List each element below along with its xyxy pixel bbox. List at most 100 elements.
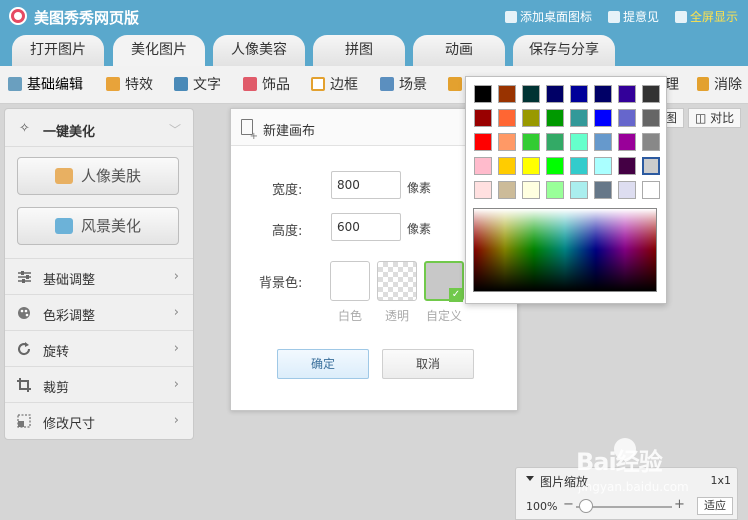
rotate-icon [17,342,32,356]
sidebar-item-resize[interactable]: 修改尺寸 › [5,402,193,438]
color-swatch[interactable] [498,157,516,175]
color-spectrum[interactable] [473,208,657,292]
tab-collage[interactable]: 拼图 [313,35,405,66]
pen-icon [448,77,462,91]
zoom-in-icon[interactable]: + [674,497,685,512]
color-swatch[interactable] [642,109,660,127]
app-logo-icon [9,7,27,25]
sliders-icon [17,270,32,284]
width-input[interactable] [331,171,401,199]
color-swatch[interactable] [546,133,564,151]
color-swatch[interactable] [570,157,588,175]
color-swatch[interactable] [474,157,492,175]
chevron-down-icon: ﹀ [168,123,181,137]
color-swatch[interactable] [498,85,516,103]
color-swatch[interactable] [594,85,612,103]
chevron-right-icon: › [173,269,179,284]
color-swatch[interactable] [474,133,492,151]
zoom-title: 图片缩放 [540,475,589,489]
bg-transparent-swatch[interactable] [377,261,417,301]
color-swatch[interactable] [498,181,516,199]
sidebar-item-basic-adjust[interactable]: 基础调整 › [5,258,193,294]
tool-frame[interactable]: 边框 [311,66,358,104]
color-swatch[interactable] [594,109,612,127]
color-swatch[interactable] [618,181,636,199]
fit-button[interactable]: 适应 [697,497,733,515]
scene-icon [380,77,394,91]
color-swatch[interactable] [618,109,636,127]
actual-size-button[interactable]: 1x1 [710,474,731,487]
landscape-icon [54,218,73,234]
height-input[interactable] [331,213,401,241]
color-swatch[interactable] [474,109,492,127]
bg-white-label: 白色 [337,309,362,323]
bg-custom-swatch[interactable] [424,261,464,302]
brush-icon [106,77,120,91]
compare-button[interactable]: ◫ 对比 [688,108,742,128]
tool-accessories[interactable]: 饰品 [243,66,290,104]
cancel-button[interactable]: 取消 [382,349,474,379]
tab-beautify-image[interactable]: 美化图片 [113,35,205,66]
feedback-link[interactable]: 提意见 [607,8,659,25]
tab-portrait[interactable]: 人像美容 [213,35,305,66]
color-swatch[interactable] [546,181,564,199]
zoom-out-icon[interactable]: − [563,497,574,512]
app-title: 美图秀秀网页版 [34,9,140,27]
color-swatch[interactable] [594,157,612,175]
tab-save-share[interactable]: 保存与分享 [513,35,615,66]
color-swatch[interactable] [570,181,588,199]
sidebar-item-rotate[interactable]: 旋转 › [5,330,193,366]
color-swatch[interactable] [618,133,636,151]
color-swatch[interactable] [570,109,588,127]
fullscreen-link[interactable]: 全屏显示 [674,8,738,25]
compare-icon: ◫ [695,111,711,125]
color-swatch[interactable] [522,181,540,199]
magic-wand-icon: ✧ [19,121,30,136]
color-swatch[interactable] [474,181,492,199]
color-swatch[interactable] [522,157,540,175]
color-swatch[interactable] [642,133,660,151]
confirm-button[interactable]: 确定 [277,349,369,379]
tool-process[interactable]: 理 [665,66,679,104]
tool-text[interactable]: 文字 [174,66,221,104]
color-swatch[interactable] [594,133,612,151]
color-swatch[interactable] [498,133,516,151]
zoom-slider-handle[interactable] [578,499,593,513]
color-swatch[interactable] [594,181,612,199]
zoom-panel: 图片缩放 1x1 100% − + 适应 [515,467,738,520]
tool-eraser[interactable]: 消除 [697,66,742,104]
add-desktop-icon-link[interactable]: 添加桌面图标 [504,8,592,25]
color-swatch[interactable] [570,133,588,151]
color-swatch[interactable] [522,133,540,151]
height-label: 高度: [272,224,303,239]
color-swatch[interactable] [546,85,564,103]
bg-white-swatch[interactable] [330,261,370,301]
bg-custom-label: 自定义 [425,309,462,323]
tool-basic-edit[interactable]: 基础编辑 [8,66,83,104]
tab-animation[interactable]: 动画 [413,35,505,66]
color-swatch[interactable] [570,85,588,103]
sidebar-item-color-adjust[interactable]: 色彩调整 › [5,294,193,330]
tab-open-image[interactable]: 打开图片 [12,35,104,66]
color-swatch[interactable] [522,109,540,127]
portrait-skin-button[interactable]: 人像美肤 [17,157,179,195]
color-swatch[interactable] [498,109,516,127]
tool-effects[interactable]: 特效 [106,66,153,104]
color-swatch[interactable] [642,157,660,175]
collapse-arrow-icon[interactable] [526,476,534,481]
star-icon [504,11,517,23]
one-click-beautify-header[interactable]: ✧ 一键美化 ﹀ [5,109,193,147]
color-swatch[interactable] [522,85,540,103]
landscape-beautify-button[interactable]: 风景美化 [17,207,179,245]
color-swatch[interactable] [546,157,564,175]
tool-scene[interactable]: 场景 [380,66,427,104]
chat-icon [607,11,620,23]
color-swatch[interactable] [642,181,660,199]
sidebar-item-crop[interactable]: 裁剪 › [5,366,193,402]
color-swatch[interactable] [642,85,660,103]
color-swatch[interactable] [546,109,564,127]
width-unit: 像素 [407,181,432,195]
color-swatch[interactable] [618,85,636,103]
color-swatch[interactable] [474,85,492,103]
color-swatch[interactable] [618,157,636,175]
